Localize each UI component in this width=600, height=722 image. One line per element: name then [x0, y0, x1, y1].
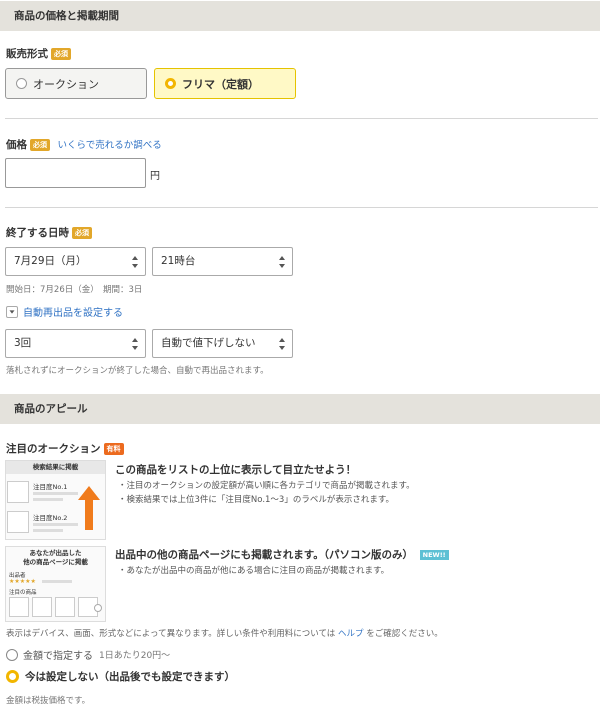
relist-count-value: 3回: [14, 337, 32, 349]
new-badge: NEW!!: [419, 550, 449, 560]
featured-none-option[interactable]: 今は設定しない（出品後でも設定できます）: [6, 669, 235, 684]
thumb2-featured: 注目の商品: [9, 590, 37, 596]
featured-label: 注目のオークション: [6, 443, 101, 455]
relist-toggle-label: 自動再出品を設定する: [23, 308, 123, 319]
select-updown-icon: [132, 338, 138, 350]
section-header-price-period: 商品の価格と掲載期間: [0, 1, 600, 31]
sale-format-label-row: 販売形式 必須: [6, 46, 71, 61]
thumb2-title-line2: 他の商品ページに掲載: [23, 558, 88, 566]
other-listing-thumbnail: あなたが出品した 他の商品ページに掲載 出品者 ★★★★★ 注目の商品: [5, 546, 106, 622]
featured-amount-label: 金額で指定する: [23, 651, 93, 662]
sale-format-flea-option[interactable]: フリマ（定額）: [154, 68, 296, 99]
relist-toggle[interactable]: 自動再出品を設定する: [6, 304, 123, 319]
up-arrow-icon: [78, 486, 100, 530]
thumb1-title: 検索結果に掲載: [6, 461, 105, 474]
placeholder-line: [33, 523, 78, 526]
thumb-image-placeholder: [7, 511, 29, 533]
required-badge: 必須: [72, 227, 92, 239]
radio-icon: [6, 648, 18, 661]
price-input[interactable]: [5, 158, 146, 188]
featured-label-row: 注目のオークション 有料: [6, 441, 124, 456]
radio-selected-icon: [165, 78, 176, 89]
select-updown-icon: [279, 256, 285, 268]
thumb2-stars: ★★★★★: [9, 578, 36, 585]
thumb1-rank2: 注目度No.2: [33, 514, 68, 522]
end-date-value: 7月29日（月）: [14, 255, 87, 267]
chevron-down-icon: [6, 305, 18, 318]
display-note-suffix: をご確認ください。: [366, 629, 443, 639]
display-note: 表示はデバイス、画面、形式などによって異なります。詳しい条件や利用料については …: [6, 627, 443, 639]
sale-format-auction-option[interactable]: オークション: [5, 68, 147, 99]
promo1-line2: ・検索結果では上位3件に「注目度No.1～3」のラベルが表示されます。: [118, 495, 394, 505]
sale-format-label: 販売形式: [6, 48, 48, 60]
thumb-image-placeholder: [32, 597, 52, 617]
display-note-prefix: 表示はデバイス、画面、形式などによって異なります。詳しい条件や利用料については: [6, 629, 336, 639]
end-time-label-row: 終了する日時 必須: [6, 225, 92, 240]
end-time-info: 開始日：7月26日（金） 期間：3日: [6, 285, 143, 295]
promo2-title: 出品中の他の商品ページにも掲載されます。（パソコン版のみ）: [115, 549, 413, 561]
required-badge: 必須: [30, 139, 50, 151]
featured-amount-option[interactable]: 金額で指定する 1日あたり20円～: [6, 647, 170, 662]
section-header-appeal: 商品のアピール: [0, 394, 600, 424]
divider: [5, 118, 598, 119]
select-updown-icon: [279, 338, 285, 350]
end-date-select[interactable]: 7月29日（月）: [5, 247, 146, 276]
featured-amount-rate: 1日あたり20円～: [99, 651, 171, 661]
end-hour-select[interactable]: 21時台: [152, 247, 293, 276]
relist-count-select[interactable]: 3回: [5, 329, 146, 358]
thumb1-rank1: 注目度No.1: [33, 483, 68, 491]
select-updown-icon: [132, 256, 138, 268]
end-time-label: 終了する日時: [6, 227, 69, 239]
promo2-title-row: 出品中の他の商品ページにも掲載されます。（パソコン版のみ） NEW!!: [115, 547, 449, 562]
placeholder-line: [33, 529, 63, 532]
divider: [5, 207, 598, 208]
placeholder-line: [33, 498, 63, 501]
relist-discount-select[interactable]: 自動で値下げしない: [152, 329, 293, 358]
paid-badge: 有料: [103, 443, 124, 455]
thumb-image-placeholder: [55, 597, 75, 617]
flea-option-label: フリマ（定額）: [182, 77, 259, 91]
required-badge: 必須: [51, 48, 71, 60]
thumb2-title-line1: あなたが出品した: [29, 549, 82, 557]
thumb-image-placeholder: [7, 481, 29, 503]
price-label-row: 価格 必須 いくらで売れるか調べる: [6, 137, 162, 152]
featured-none-label: 今は設定しない（出品後でも設定できます）: [25, 671, 235, 683]
help-link[interactable]: ヘルプ: [338, 629, 364, 639]
promo2-line1: ・あなたが出品中の商品が他にある場合に注目の商品が掲載されます。: [118, 566, 390, 576]
end-hour-value: 21時台: [161, 255, 196, 267]
price-label: 価格: [6, 139, 27, 151]
relist-discount-value: 自動で値下げしない: [161, 337, 256, 349]
auction-option-label: オークション: [33, 77, 99, 91]
thumb2-title: あなたが出品した 他の商品ページに掲載: [6, 547, 105, 567]
price-research-link[interactable]: いくらで売れるか調べる: [58, 140, 162, 151]
radio-selected-icon: [6, 670, 19, 683]
relist-note: 落札されずにオークションが終了した場合、自動で再出品されます。: [6, 366, 269, 376]
promo1-title: この商品をリストの上位に表示して目立たせよう！: [115, 464, 357, 476]
tax-note: 金額は税抜価格です。: [6, 696, 91, 706]
placeholder-line: [42, 580, 72, 583]
chevron-right-icon: [94, 604, 102, 612]
price-unit: 円: [150, 171, 160, 182]
thumb-image-placeholder: [9, 597, 29, 617]
search-result-thumbnail: 検索結果に掲載 注目度No.1 注目度No.2: [5, 460, 106, 540]
promo1-line1: ・注目のオークションの設定額が高い順に各カテゴリで商品が掲載されます。: [118, 481, 415, 491]
radio-icon: [16, 78, 27, 89]
placeholder-line: [33, 492, 78, 495]
